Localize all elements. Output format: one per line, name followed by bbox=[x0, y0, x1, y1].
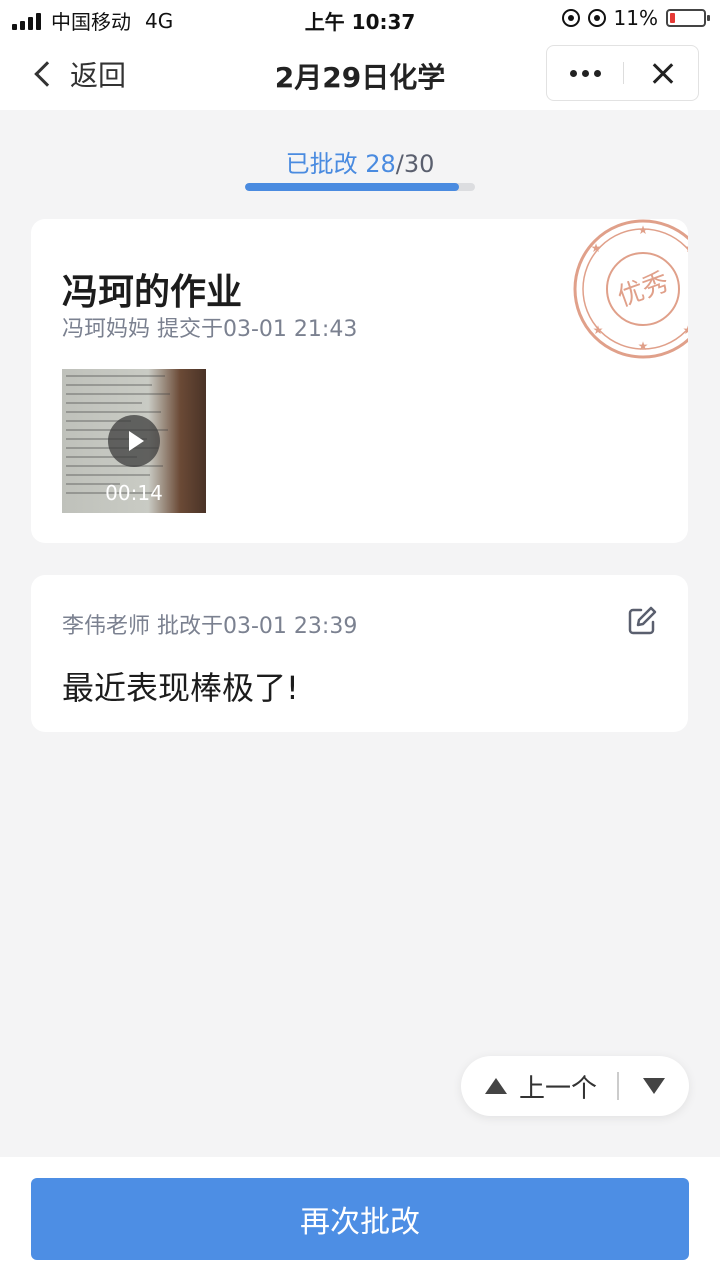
close-button[interactable] bbox=[624, 46, 700, 100]
battery-percent: 11% bbox=[613, 6, 658, 30]
svg-text:★: ★ bbox=[638, 223, 649, 237]
previous-label: 上一个 bbox=[519, 1073, 598, 1104]
progress-fill bbox=[245, 183, 459, 191]
comment-meta: 李伟老师 批改于03-01 23:39 bbox=[62, 614, 358, 639]
progress-total: /30 bbox=[395, 150, 435, 178]
next-button[interactable] bbox=[631, 1056, 677, 1116]
chevron-left-icon bbox=[34, 61, 60, 87]
rotation-lock-icon bbox=[561, 9, 580, 27]
floating-navigator: 上一个 bbox=[461, 1056, 689, 1116]
battery-icon bbox=[666, 9, 710, 27]
bottom-bar: 再次批改 bbox=[0, 1157, 720, 1280]
back-button[interactable]: 返回 bbox=[30, 54, 126, 94]
nav-bar: 返回 2月29日化学 bbox=[0, 36, 720, 110]
svg-text:★: ★ bbox=[593, 323, 604, 337]
homework-card: 冯珂的作业 冯珂妈妈 提交于03-01 21:43 00:14 ★ ★ ★ ★ … bbox=[31, 219, 688, 543]
progress-bar bbox=[245, 183, 475, 191]
progress-done: 28 bbox=[365, 150, 396, 178]
video-duration: 00:14 bbox=[105, 481, 163, 505]
regrade-button[interactable]: 再次批改 bbox=[31, 1178, 689, 1260]
video-thumbnail[interactable]: 00:14 bbox=[62, 369, 206, 513]
more-dots-icon bbox=[569, 69, 577, 77]
page-title: 2月29日化学 bbox=[274, 61, 446, 94]
comment-card: 李伟老师 批改于03-01 23:39 最近表现棒极了! bbox=[31, 575, 688, 732]
progress-label: 已批改 28/30 bbox=[0, 144, 720, 179]
excellent-stamp: ★ ★ ★ ★ ★ ★ 优秀 bbox=[573, 219, 688, 359]
svg-text:★: ★ bbox=[591, 241, 602, 255]
submission-meta: 冯珂妈妈 提交于03-01 21:43 bbox=[62, 317, 358, 342]
edit-icon[interactable] bbox=[626, 605, 658, 637]
alarm-icon bbox=[587, 9, 606, 27]
stamp-text: 优秀 bbox=[614, 267, 673, 313]
svg-text:★: ★ bbox=[683, 323, 688, 337]
previous-button[interactable]: 上一个 bbox=[485, 1056, 597, 1116]
play-icon[interactable] bbox=[108, 415, 160, 467]
status-bar: 中国移动 4G 上午 10:37 11% bbox=[0, 0, 720, 36]
floating-divider bbox=[617, 1072, 619, 1100]
homework-title: 冯珂的作业 bbox=[62, 272, 243, 313]
svg-text:★: ★ bbox=[685, 241, 688, 255]
status-right: 11% bbox=[561, 6, 710, 30]
mini-program-capsule bbox=[546, 45, 699, 101]
triangle-down-icon bbox=[643, 1078, 665, 1094]
triangle-up-icon bbox=[485, 1078, 507, 1094]
comment-text: 最近表现棒极了! bbox=[62, 669, 299, 707]
progress-text: 已批改 bbox=[285, 150, 358, 178]
more-button[interactable] bbox=[547, 46, 623, 100]
back-label: 返回 bbox=[70, 59, 127, 92]
svg-text:★: ★ bbox=[638, 339, 649, 353]
